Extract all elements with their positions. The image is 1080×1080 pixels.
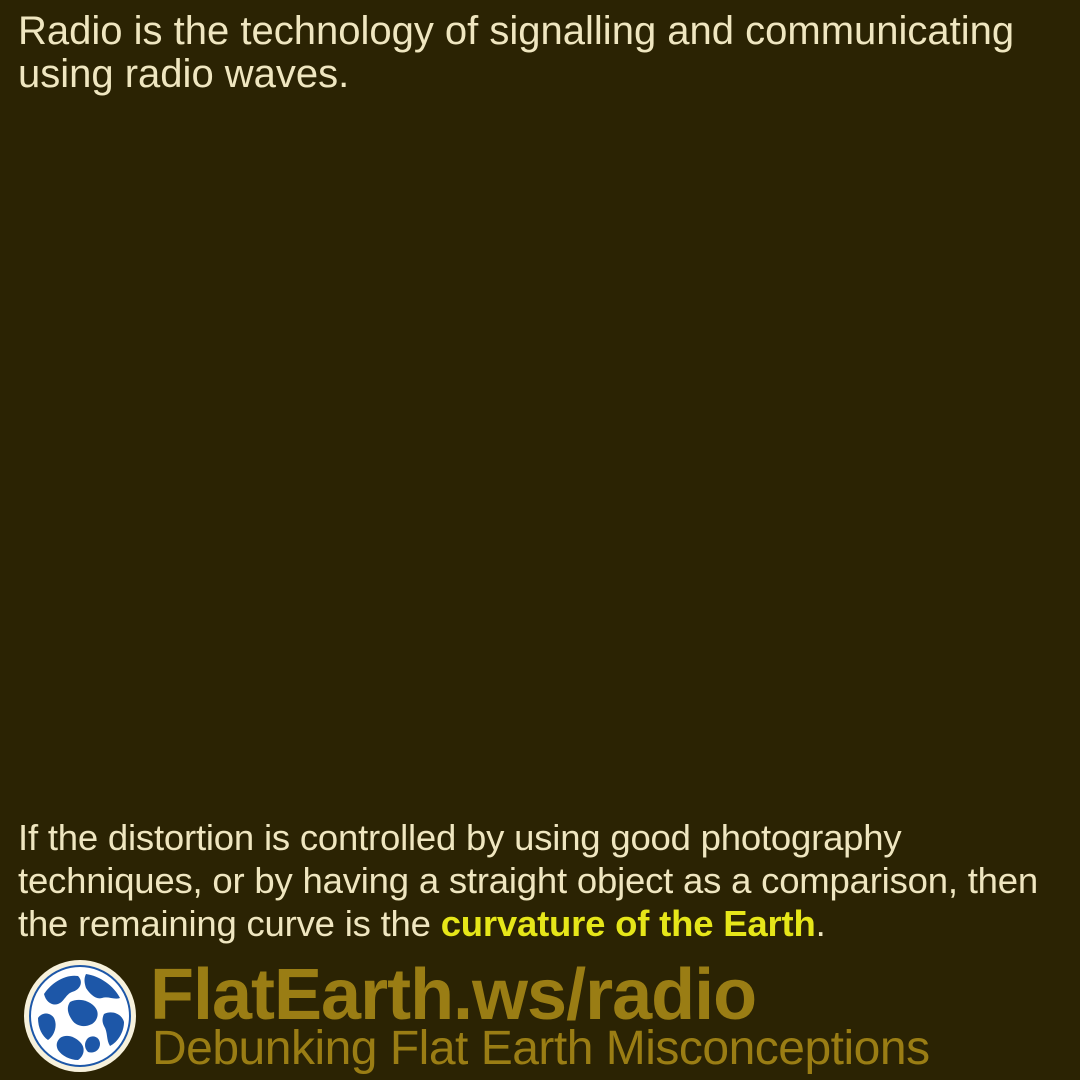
- intro-text: Radio is the technology of signalling an…: [18, 9, 1015, 96]
- detail-text: If the distortion is controlled by using…: [18, 816, 1076, 945]
- globe-icon: [24, 960, 136, 1072]
- detail-text-end: .: [815, 903, 826, 944]
- globe-logo: [24, 960, 136, 1072]
- site-tagline: Debunking Flat Earth Misconceptions: [152, 1022, 930, 1075]
- curvature-link[interactable]: curvature of the Earth: [441, 903, 816, 944]
